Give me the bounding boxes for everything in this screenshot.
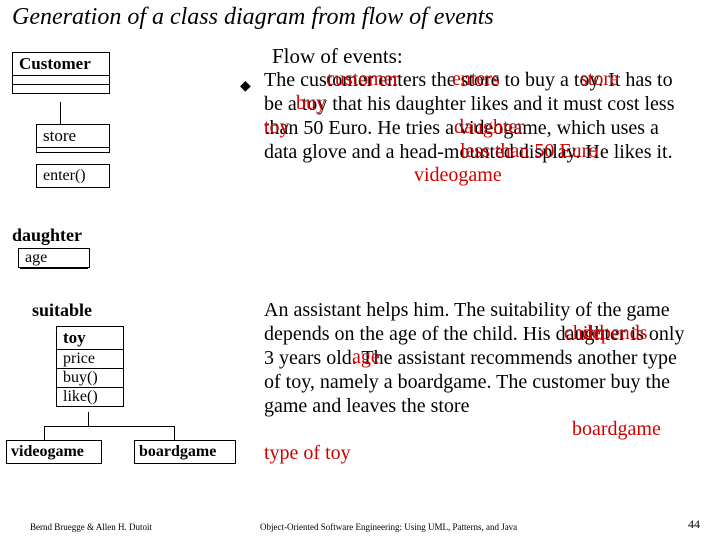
hl-boardgame: boardgame	[572, 418, 661, 441]
class-toy-like: like()	[57, 388, 123, 406]
class-videogame-name: videogame	[7, 441, 101, 463]
class-store: store	[36, 124, 110, 153]
label-daughter: daughter	[12, 225, 82, 246]
hl-less50: less than 50 Euro	[460, 140, 598, 163]
inh-right	[174, 426, 175, 440]
inh-stem	[88, 412, 89, 426]
slide-title: Generation of a class diagram from flow …	[12, 4, 494, 31]
flow-heading: Flow of events:	[272, 44, 403, 69]
flow-paragraph-2: An assistant helps him. The suitability …	[264, 298, 694, 418]
inh-left	[44, 426, 45, 440]
hl-daughter: daughter	[454, 116, 524, 139]
class-enter: enter()	[36, 164, 110, 188]
hl-toy: toy	[264, 116, 290, 139]
assoc-line-1	[60, 102, 61, 124]
class-toy: toy price buy() like()	[56, 326, 124, 407]
hl-age: age	[352, 346, 380, 369]
class-videogame: videogame	[6, 440, 102, 464]
bullet-icon: ◆	[240, 78, 251, 95]
hl-customer: customer	[326, 68, 399, 91]
class-boardgame-name: boardgame	[135, 441, 235, 463]
hl-videogame: videogame	[414, 164, 502, 187]
class-boardgame: boardgame	[134, 440, 236, 464]
class-toy-name: toy	[57, 327, 123, 350]
class-customer: Customer	[12, 52, 110, 94]
class-store-attrs	[37, 148, 109, 152]
hl-store: store	[580, 68, 619, 91]
class-age: age	[18, 248, 90, 268]
class-customer-name: Customer	[13, 53, 109, 76]
footer-author: Bernd Bruegge & Allen H. Dutoit	[30, 522, 152, 532]
label-suitable: suitable	[32, 300, 92, 321]
class-store-name: store	[37, 125, 109, 148]
hl-enters: enters	[452, 68, 500, 91]
class-customer-attrs	[13, 76, 109, 85]
footer-page: 44	[688, 517, 700, 532]
footer-book: Object-Oriented Software Engineering: Us…	[260, 522, 517, 532]
hl-child: child	[564, 322, 604, 345]
class-age-attr: age	[25, 249, 47, 266]
inh-bar	[44, 426, 174, 427]
slide: Generation of a class diagram from flow …	[0, 0, 720, 540]
class-toy-buy: buy()	[57, 369, 123, 388]
hl-buy: buy	[296, 92, 326, 115]
class-enter-op: enter()	[37, 165, 109, 187]
age-underline	[20, 268, 88, 269]
hl-typeoftoy: type of toy	[264, 442, 351, 465]
class-customer-ops	[13, 85, 109, 93]
class-toy-price: price	[57, 350, 123, 369]
